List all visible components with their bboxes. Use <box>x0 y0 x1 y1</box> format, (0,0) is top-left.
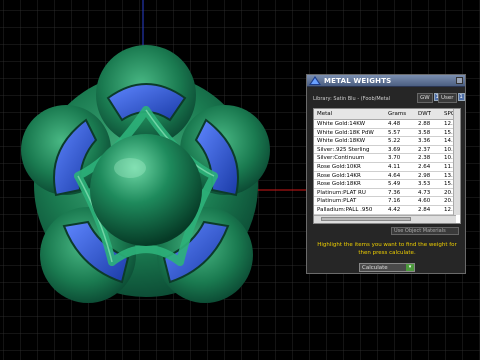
table-row[interactable]: Platinum:PLAT RU 7.36 4.73 20.66 <box>314 189 460 198</box>
table-header: Metal Grams DWT SPG <box>314 109 455 120</box>
column-header-dwt[interactable]: DWT <box>418 111 431 117</box>
calculate-dropdown[interactable]: Calculate ▾ <box>359 263 415 272</box>
table-cell: Silver:Continuum <box>317 155 365 162</box>
table-cell: 4.42 <box>388 206 401 213</box>
table-cell: 3.53 <box>418 181 431 188</box>
table-cell: 4.73 <box>418 189 431 196</box>
table-row[interactable]: Platinum:PLAT 7.16 4.60 20.10 <box>314 197 460 206</box>
table-row[interactable]: Silver:Continuum 3.70 2.38 10.40 <box>314 154 460 163</box>
table-cell: 2.38 <box>418 155 431 162</box>
table-cell: Palladium:PALL .950 <box>317 206 373 213</box>
table-cell: 4.64 <box>388 172 401 179</box>
unit-user-label: User <box>438 93 457 103</box>
library-label: Library: Satin Blu - (Foob/Metal <box>313 96 391 102</box>
table-cell: White Gold:18K PdW <box>317 129 374 136</box>
table-cell: 4.48 <box>388 121 401 127</box>
table-cell: 2.84 <box>418 206 431 213</box>
calculate-label: Calculate <box>362 265 388 271</box>
vertical-scrollbar[interactable] <box>453 109 460 215</box>
table-cell: 5.49 <box>388 181 401 188</box>
table-cell: 2.64 <box>418 163 431 170</box>
table-cell: 3.70 <box>388 155 401 162</box>
table-row[interactable]: Palladium:PALL .950 4.42 2.84 12.40 <box>314 206 460 215</box>
table-cell: 7.16 <box>388 198 401 205</box>
table-cell: Silver:.925 Sterling <box>317 146 370 153</box>
table-row[interactable]: White Gold:18K PdW 5.57 3.58 15.65 <box>314 129 460 138</box>
table-cell: Platinum:PLAT <box>317 198 357 205</box>
unit-user-checkbox[interactable]: 1 <box>457 93 465 101</box>
table-cell: Rose Gold:14KR <box>317 172 361 179</box>
table-cell: 3.69 <box>388 146 401 153</box>
table-body: White Gold:14KW 4.48 2.88 12.59 White Gold:1… <box>314 120 460 215</box>
table-cell: 7.36 <box>388 189 401 196</box>
metal-table[interactable]: Metal Grams DWT SPG White Gold:14KW 4.48 2… <box>313 108 461 224</box>
panel-titlebar[interactable]: METAL WEIGHTS <box>307 75 465 87</box>
table-row[interactable]: White Gold:18KW 5.22 3.36 14.66 <box>314 137 460 146</box>
table-cell: 3.58 <box>418 129 431 136</box>
unit-gw-label: GW <box>417 93 433 103</box>
column-header-grams[interactable]: Grams <box>388 111 406 117</box>
table-row[interactable]: Silver:.925 Sterling 3.69 2.37 10.36 <box>314 146 460 155</box>
table-cell: Platinum:PLAT RU <box>317 189 366 196</box>
chevron-down-icon[interactable]: ▾ <box>406 264 414 271</box>
metal-weights-panel: METAL WEIGHTS Library: Satin Blu - (Foob… <box>306 74 466 274</box>
table-cell: 3.36 <box>418 138 431 145</box>
table-cell: 5.57 <box>388 129 401 136</box>
app-logo-icon <box>309 76 321 85</box>
horizontal-scrollbar[interactable] <box>314 215 456 223</box>
table-cell: 2.98 <box>418 172 431 179</box>
table-row[interactable]: Rose Gold:10KR 4.11 2.64 11.54 <box>314 163 460 172</box>
table-cell: White Gold:18KW <box>317 138 366 145</box>
column-header-metal[interactable]: Metal <box>317 111 332 117</box>
table-row[interactable]: Rose Gold:14KR 4.64 2.98 13.03 <box>314 172 460 181</box>
table-row[interactable]: Rose Gold:18KR 5.49 3.53 15.42 <box>314 180 460 189</box>
panel-title: METAL WEIGHTS <box>324 77 392 85</box>
table-cell: White Gold:14KW <box>317 121 366 127</box>
instructions-text: Highlight the items you want to find the… <box>317 242 457 256</box>
table-cell: Rose Gold:10KR <box>317 163 361 170</box>
table-cell: Rose Gold:18KR <box>317 181 361 188</box>
table-cell: 4.60 <box>418 198 431 205</box>
use-object-materials-dropdown[interactable]: Use Object Materials <box>391 227 459 235</box>
table-cell: 5.22 <box>388 138 401 145</box>
close-icon[interactable] <box>456 77 463 84</box>
scrollbar-thumb[interactable] <box>321 217 411 221</box>
table-cell: 2.88 <box>418 121 431 127</box>
table-cell: 2.37 <box>418 146 431 153</box>
table-cell: 4.11 <box>388 163 401 170</box>
unit-user-toggle[interactable]: User 1 <box>438 93 465 103</box>
table-row[interactable]: White Gold:14KW 4.48 2.88 12.59 <box>314 120 460 129</box>
